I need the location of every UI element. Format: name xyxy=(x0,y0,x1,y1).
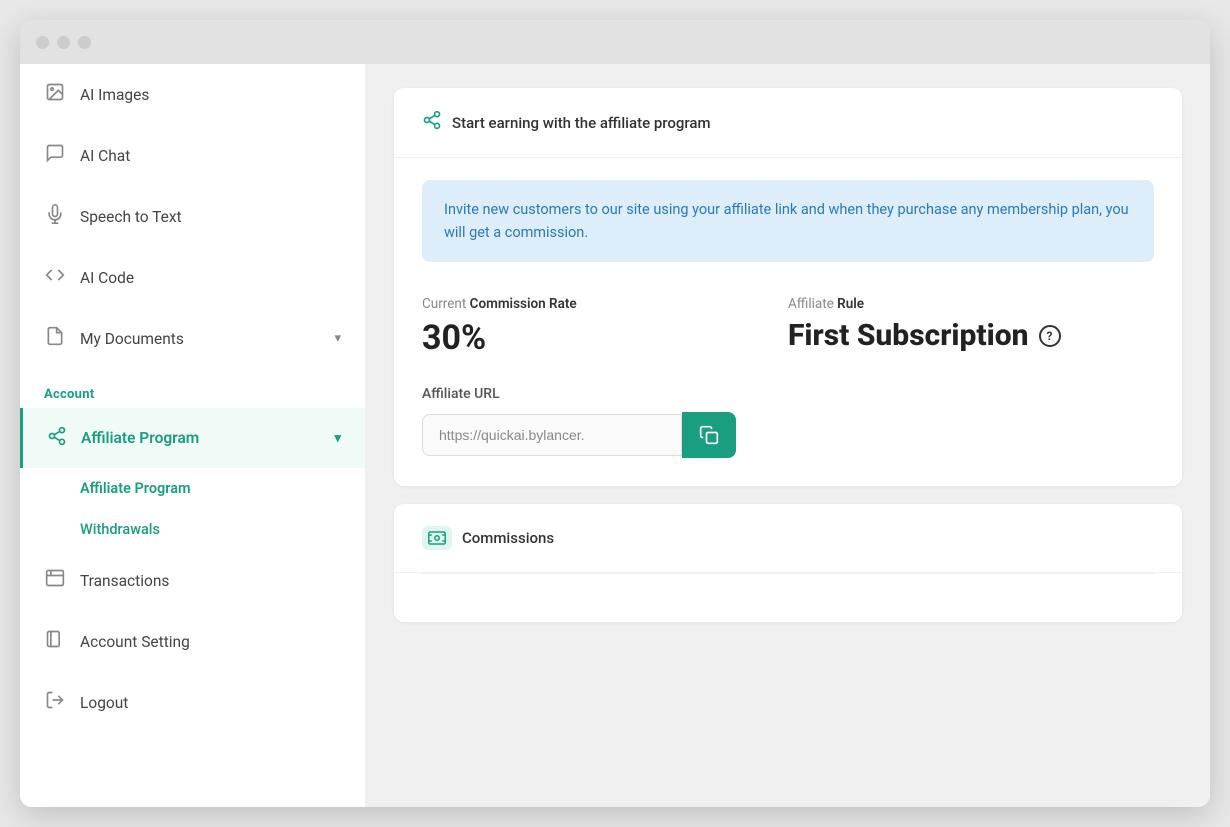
sidebar-item-my-documents[interactable]: My Documents ▾ xyxy=(20,308,365,369)
url-row xyxy=(422,412,1154,458)
my-documents-label: My Documents xyxy=(80,330,184,348)
speech-to-text-icon xyxy=(44,204,66,229)
share-icon xyxy=(422,110,442,135)
money-icon xyxy=(422,526,452,550)
url-section: Affiliate URL xyxy=(394,386,1182,486)
sidebar-item-ai-images[interactable]: AI Images xyxy=(20,64,365,125)
transactions-icon xyxy=(44,568,66,593)
info-banner-text: Invite new customers to our site using y… xyxy=(444,201,1129,241)
affiliate-rule-block: Affiliate Rule First Subscription ? xyxy=(788,296,1154,358)
titlebar-dot-red xyxy=(36,36,49,49)
sidebar: AI Images AI Chat Speech to Text AI Code xyxy=(20,64,366,807)
affiliate-url-label: Affiliate URL xyxy=(422,386,1154,402)
ai-chat-label: AI Chat xyxy=(80,147,130,165)
affiliate-rule-label: Affiliate Rule xyxy=(788,296,1154,312)
affiliate-program-icon xyxy=(47,426,67,450)
sidebar-item-ai-chat[interactable]: AI Chat xyxy=(20,125,365,186)
commissions-content-placeholder xyxy=(394,574,1182,622)
sidebar-item-transactions[interactable]: Transactions xyxy=(20,550,365,611)
account-setting-label: Account Setting xyxy=(80,633,190,651)
sidebar-sub-withdrawals-label: Withdrawals xyxy=(80,521,160,538)
commission-rate-label: Current Commission Rate xyxy=(422,296,788,312)
account-setting-icon xyxy=(44,629,66,654)
sidebar-sub-affiliate-program-label: Affiliate Program xyxy=(80,480,191,497)
ai-images-icon xyxy=(44,82,66,107)
logout-icon xyxy=(44,690,66,715)
commissions-card-header: Commissions xyxy=(394,504,1182,573)
browser-titlebar xyxy=(20,20,1210,64)
sidebar-item-affiliate-program[interactable]: Affiliate Program ▾ xyxy=(20,408,365,468)
my-documents-icon xyxy=(44,326,66,351)
logout-label: Logout xyxy=(80,694,128,712)
card-header-earning-text: Start earning with the affiliate program xyxy=(452,114,711,132)
commissions-card: Commissions xyxy=(394,504,1182,622)
sidebar-item-account-setting[interactable]: Account Setting xyxy=(20,611,365,672)
affiliate-program-card: Start earning with the affiliate program… xyxy=(394,88,1182,486)
affiliate-program-chevron-icon: ▾ xyxy=(334,431,341,446)
affiliate-url-input[interactable] xyxy=(422,414,682,456)
stats-row: Current Commission Rate 30% Affiliate Ru… xyxy=(394,284,1182,386)
titlebar-dot-green xyxy=(78,36,91,49)
info-circle-icon[interactable]: ? xyxy=(1039,325,1061,347)
sidebar-item-ai-code[interactable]: AI Code xyxy=(20,247,365,308)
browser-body: AI Images AI Chat Speech to Text AI Code xyxy=(20,64,1210,807)
ai-images-label: AI Images xyxy=(80,86,149,104)
account-section-label: Account xyxy=(20,369,365,408)
sidebar-sub-affiliate-program[interactable]: Affiliate Program xyxy=(20,468,365,509)
card-header-earning: Start earning with the affiliate program xyxy=(394,88,1182,158)
titlebar-dot-yellow xyxy=(57,36,70,49)
commission-rate-value: 30% xyxy=(422,318,788,358)
commission-rate-block: Current Commission Rate 30% xyxy=(422,296,788,358)
affiliate-rule-value: First Subscription ? xyxy=(788,318,1154,353)
ai-chat-icon xyxy=(44,143,66,168)
speech-to-text-label: Speech to Text xyxy=(80,208,182,226)
ai-code-label: AI Code xyxy=(80,269,134,287)
sidebar-item-speech-to-text[interactable]: Speech to Text xyxy=(20,186,365,247)
browser-window: AI Images AI Chat Speech to Text AI Code xyxy=(20,20,1210,807)
sidebar-sub-withdrawals[interactable]: Withdrawals xyxy=(20,509,365,550)
commissions-header-text: Commissions xyxy=(462,529,554,547)
transactions-label: Transactions xyxy=(80,572,169,590)
sidebar-item-logout[interactable]: Logout xyxy=(20,672,365,733)
my-documents-chevron-icon: ▾ xyxy=(334,331,341,346)
copy-url-button[interactable] xyxy=(682,412,736,458)
main-content: Start earning with the affiliate program… xyxy=(366,64,1210,807)
info-banner: Invite new customers to our site using y… xyxy=(422,180,1154,262)
ai-code-icon xyxy=(44,265,66,290)
affiliate-program-parent-label: Affiliate Program xyxy=(81,429,199,447)
